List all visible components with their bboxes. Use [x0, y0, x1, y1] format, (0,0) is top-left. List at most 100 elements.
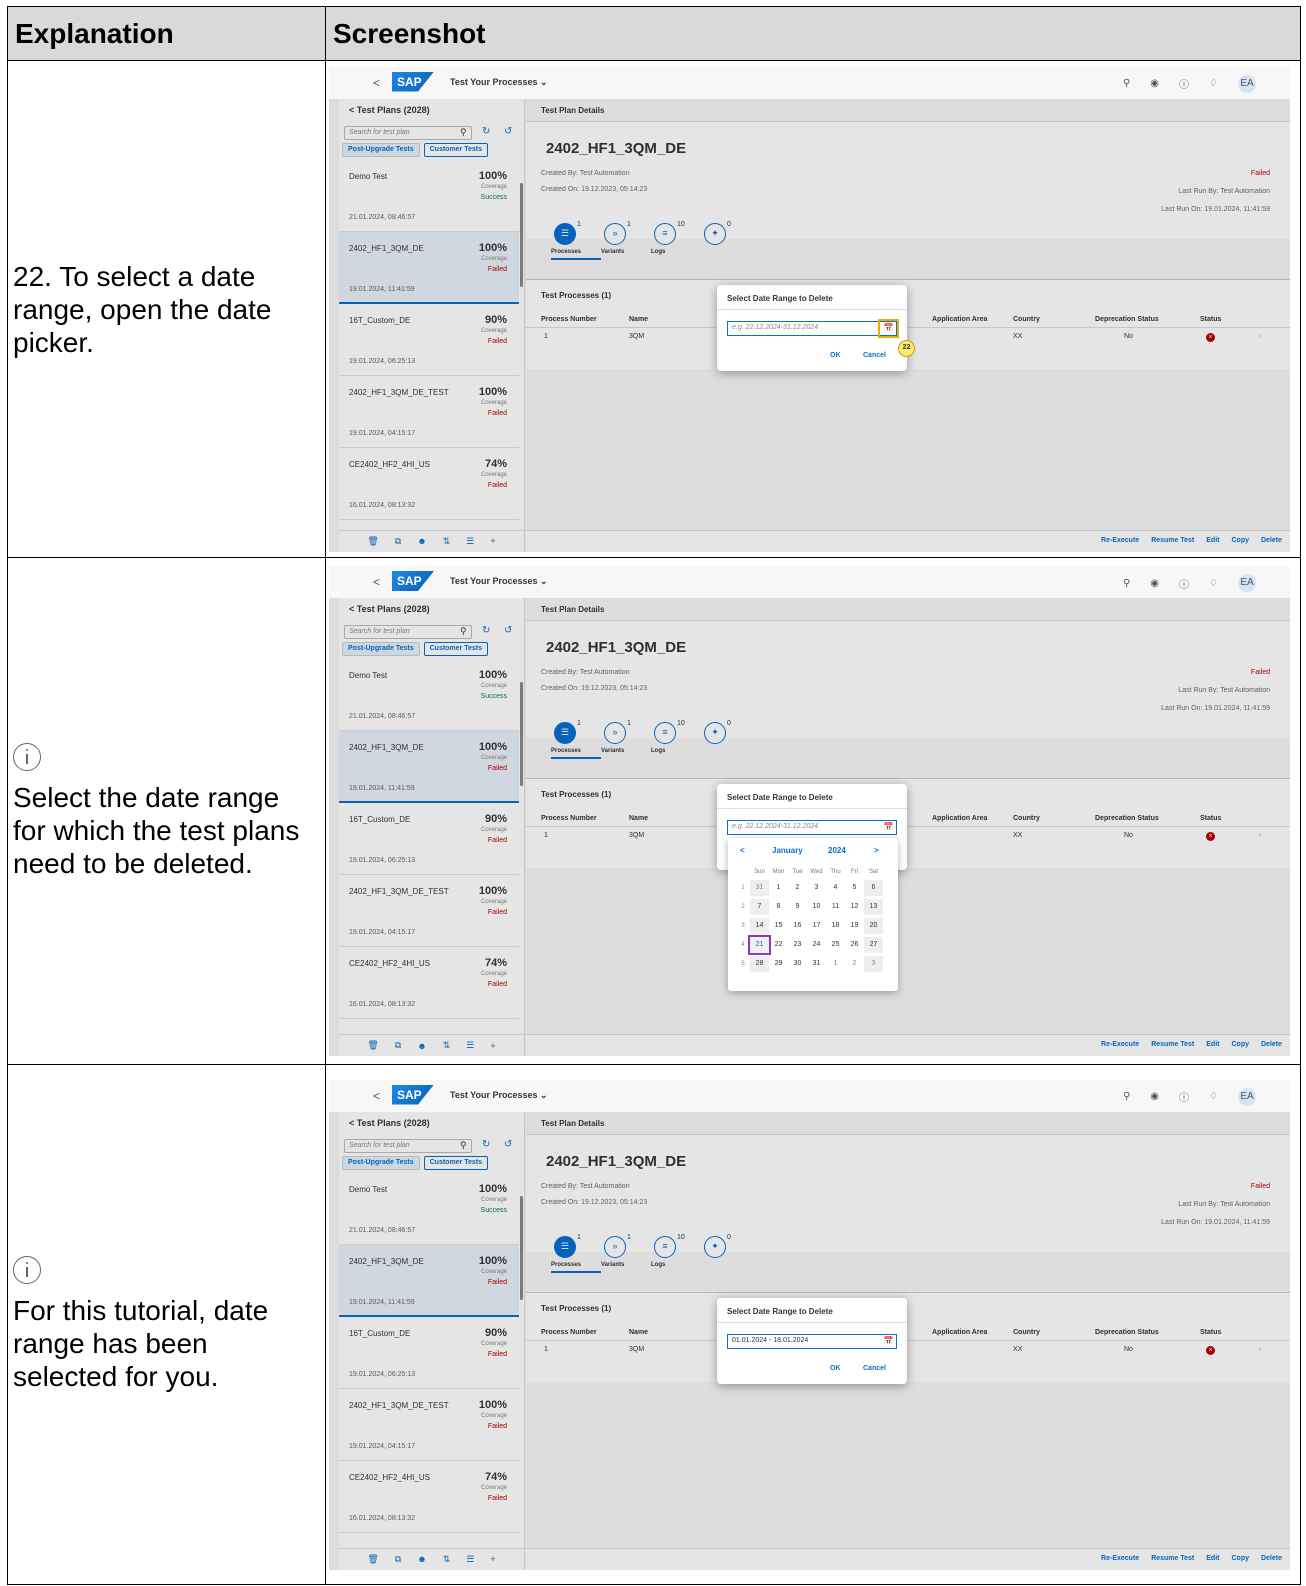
calendar-day[interactable]: 28 — [750, 956, 769, 972]
date-range-input[interactable]: e.g. 22.12.2024-31.12.2024 — [727, 320, 897, 336]
master-title[interactable]: < Test Plans (2028) — [339, 598, 524, 622]
search-input[interactable]: Search for test plan — [344, 625, 472, 639]
calendar-day[interactable]: 2 — [788, 880, 807, 896]
help-icon[interactable]: ⓘ — [1179, 576, 1189, 591]
user-icon[interactable]: ☻ — [417, 1554, 426, 1564]
copy-button[interactable]: Copy — [1231, 1555, 1249, 1562]
copy-icon[interactable]: ⧉ — [395, 536, 401, 547]
delete-icon[interactable]: 🗑 — [367, 536, 378, 547]
calendar-day[interactable]: 31 — [750, 880, 769, 896]
scrollbar[interactable] — [520, 682, 523, 786]
avatar[interactable]: EA — [1238, 574, 1256, 592]
add-icon[interactable]: + — [490, 536, 495, 546]
prev-month-button[interactable]: < — [740, 846, 745, 855]
notification-center-icon[interactable]: ◉ — [1150, 78, 1159, 89]
delete-icon[interactable]: 🗑 — [367, 1040, 378, 1051]
year-button[interactable]: 2024 — [828, 846, 846, 855]
refresh-icon[interactable]: ↺ — [504, 126, 512, 137]
calendar-day[interactable]: 22 — [769, 937, 788, 953]
tab-variants[interactable]: » 1 Variants — [601, 720, 651, 754]
calendar-day[interactable]: 25 — [826, 937, 845, 953]
calendar-day[interactable]: 24 — [807, 937, 826, 953]
cancel-button[interactable]: Cancel — [863, 352, 886, 359]
re-execute-button[interactable]: Re-Execute — [1101, 1041, 1139, 1048]
list-item[interactable]: Demo Test 100% Coverage Success 21.01.2024, … — [339, 1173, 519, 1245]
avatar[interactable]: EA — [1238, 74, 1256, 93]
avatar[interactable]: EA — [1238, 1087, 1256, 1106]
list-item[interactable]: CE2402_HF2_4HI_US 74% Coverage Failed 16.01.… — [339, 947, 519, 1019]
app-title[interactable]: Test Your Processes ⌄ — [450, 77, 548, 88]
calendar-day[interactable]: 5 — [845, 880, 864, 896]
filter-icon[interactable]: ☰ — [466, 1040, 474, 1051]
bell-icon[interactable]: ♢ — [1209, 1091, 1218, 1102]
resume-test-button[interactable]: Resume Test — [1151, 1041, 1194, 1048]
resume-test-button[interactable]: Resume Test — [1151, 1555, 1194, 1562]
app-title[interactable]: Test Your Processes ⌄ — [450, 1090, 548, 1101]
scrollbar[interactable] — [520, 1195, 523, 1300]
list-item[interactable]: 2402_HF1_3QM_DE_TEST 100% Coverage Failed 19… — [339, 875, 519, 947]
edit-button[interactable]: Edit — [1206, 537, 1219, 544]
bell-icon[interactable]: ♢ — [1209, 78, 1218, 89]
copy-icon[interactable]: ⧉ — [395, 1554, 401, 1565]
calendar-day[interactable]: 2 — [845, 956, 864, 972]
cancel-button[interactable]: Cancel — [863, 1365, 886, 1372]
edit-button[interactable]: Edit — [1206, 1041, 1219, 1048]
calendar-day[interactable]: 13 — [864, 899, 883, 915]
calendar-day[interactable]: 19 — [845, 918, 864, 934]
calendar-day[interactable]: 8 — [769, 899, 788, 915]
list-item[interactable]: CE2402_HF2_4HI_US 74% Coverage Failed 16.01.… — [339, 448, 519, 520]
post-upgrade-tests-button[interactable]: Post-Upgrade Tests — [342, 1155, 420, 1170]
tab-variants[interactable]: » 1 Variants — [601, 1234, 651, 1268]
delete-button[interactable]: Delete — [1261, 537, 1282, 544]
sort-icon[interactable]: ⇅ — [443, 536, 451, 547]
sync-icon[interactable]: ↻ — [482, 625, 490, 636]
tab-processes[interactable]: ☰ 1 Processes — [551, 221, 601, 260]
calendar-day[interactable]: 31 — [807, 956, 826, 972]
list-item[interactable]: Demo Test 100% Coverage Success 21.01.2024, … — [339, 160, 519, 232]
list-item[interactable]: 2402_HF1_3QM_DE 100% Coverage Failed 19.01.2… — [339, 231, 519, 304]
refresh-icon[interactable]: ↺ — [504, 1139, 512, 1150]
list-item[interactable]: 2402_HF1_3QM_DE 100% Coverage Failed 19.01.2… — [339, 1244, 519, 1317]
tab-logs[interactable]: ≡ 10 Logs — [651, 221, 701, 255]
calendar-day[interactable]: 7 — [750, 899, 769, 915]
list-item[interactable]: 2402_HF1_3QM_DE_TEST 100% Coverage Failed 19… — [339, 376, 519, 448]
tab-logs[interactable]: ≡ 10 Logs — [651, 720, 701, 754]
calendar-day[interactable]: 15 — [769, 918, 788, 934]
sync-icon[interactable]: ↻ — [482, 126, 490, 137]
list-item[interactable]: CE2402_HF2_4HI_US 74% Coverage Failed 16.01.… — [339, 1461, 519, 1533]
search-input[interactable]: Search for test plan — [344, 125, 472, 140]
resume-test-button[interactable]: Resume Test — [1151, 537, 1194, 544]
back-button[interactable]: < — [373, 1089, 380, 1103]
app-title[interactable]: Test Your Processes ⌄ — [450, 576, 548, 587]
calendar-day[interactable]: 17 — [807, 918, 826, 934]
notification-center-icon[interactable]: ◉ — [1150, 1091, 1159, 1102]
list-item[interactable]: 16T_Custom_DE 90% Coverage Failed 19.01.2024… — [339, 803, 519, 875]
copy-button[interactable]: Copy — [1231, 1041, 1249, 1048]
search-icon[interactable]: ⚲ — [1123, 78, 1130, 89]
tab-processes[interactable]: ☰ 1 Processes — [551, 720, 601, 759]
calendar-day[interactable]: 23 — [788, 937, 807, 953]
search-icon[interactable]: ⚲ — [460, 1140, 467, 1151]
search-icon[interactable]: ⚲ — [460, 127, 467, 138]
list-item[interactable]: 16T_Custom_DE 90% Coverage Failed 19.01.2024… — [339, 304, 519, 376]
refresh-icon[interactable]: ↺ — [504, 625, 512, 636]
re-execute-button[interactable]: Re-Execute — [1101, 1555, 1139, 1562]
add-icon[interactable]: + — [490, 1554, 495, 1564]
date-range-input[interactable]: 01.01.2024 - 18.01.2024 — [727, 1333, 897, 1349]
calendar-day[interactable]: 3 — [807, 880, 826, 896]
calendar-day[interactable]: 14 — [750, 918, 769, 934]
tab-processes[interactable]: ☰ 1 Processes — [551, 1234, 601, 1273]
calendar-day[interactable]: 1 — [769, 880, 788, 896]
search-input[interactable]: Search for test plan — [344, 1138, 472, 1153]
help-icon[interactable]: ⓘ — [1179, 1089, 1189, 1104]
scrollbar[interactable] — [520, 182, 523, 287]
calendar-day[interactable]: 18 — [826, 918, 845, 934]
ok-button[interactable]: OK — [830, 1365, 841, 1372]
date-range-input[interactable]: e.g. 22.12.2024-31.12.2024 — [727, 820, 897, 835]
list-item[interactable]: Demo Test 100% Coverage Success 21.01.2024, … — [339, 659, 519, 731]
calendar-day[interactable]: 11 — [826, 899, 845, 915]
chevron-right-icon[interactable]: › — [1259, 333, 1261, 340]
master-title[interactable]: < Test Plans (2028) — [339, 99, 524, 123]
help-icon[interactable]: ⓘ — [1179, 76, 1189, 91]
calendar-day[interactable]: 3 — [864, 956, 883, 972]
